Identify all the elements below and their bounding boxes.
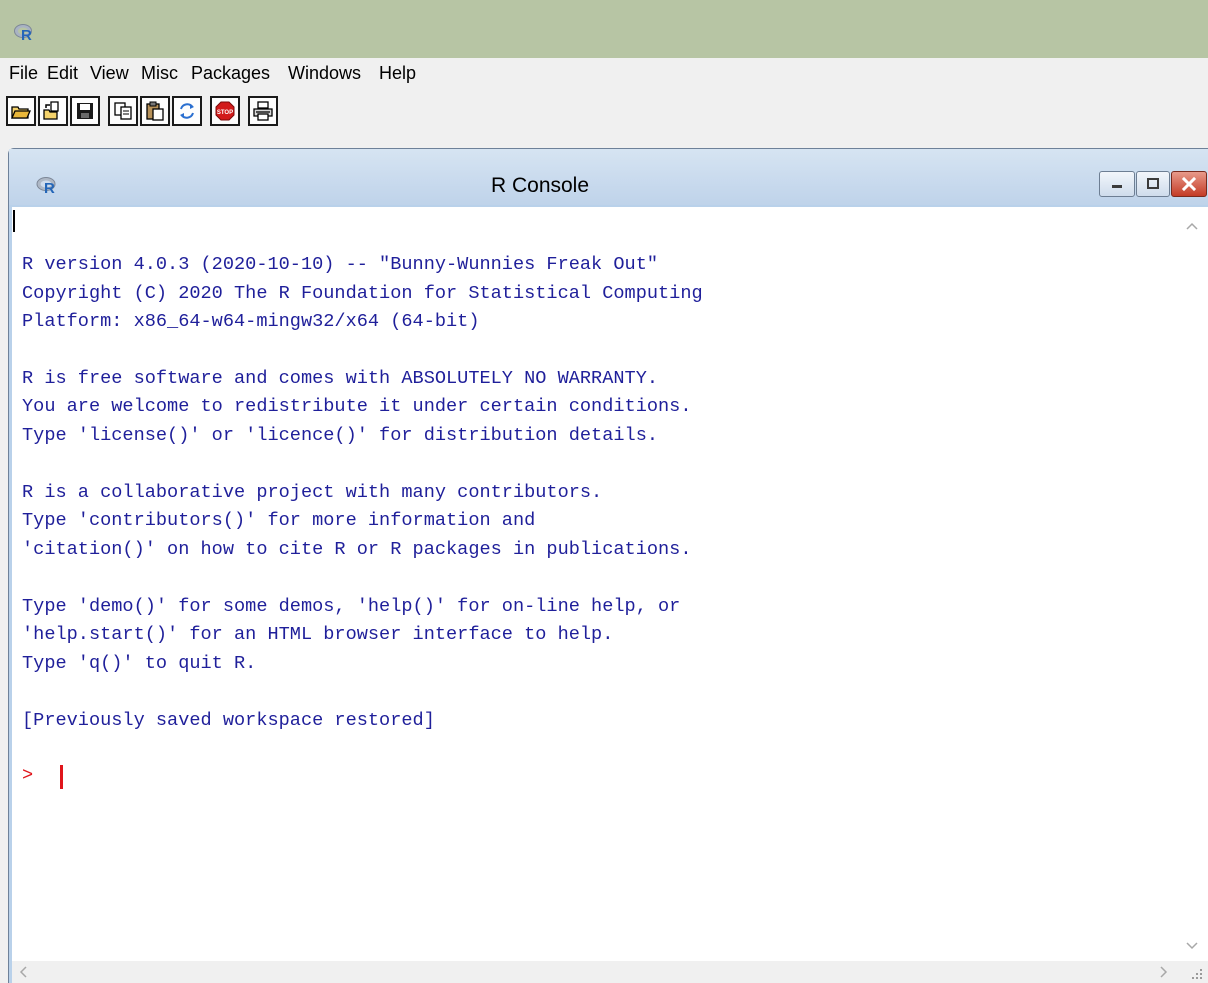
menu-view[interactable]: View	[87, 62, 132, 84]
load-workspace-icon	[43, 101, 59, 120]
save-workspace-button[interactable]	[70, 96, 100, 126]
close-icon	[1181, 176, 1197, 192]
menu-bar: File Edit View Misc Packages Windows Hel…	[0, 58, 1208, 88]
load-workspace-button[interactable]	[38, 96, 68, 126]
print-button[interactable]	[248, 96, 278, 126]
svg-text:R: R	[21, 27, 32, 42]
scroll-right-icon[interactable]	[1159, 966, 1169, 978]
stop-label: STOP	[217, 110, 233, 116]
menu-file[interactable]: File	[6, 62, 41, 84]
save-disk-icon	[77, 103, 93, 119]
scroll-up-icon[interactable]	[1186, 221, 1198, 231]
console-line: Platform: x86_64-w64-mingw32/x64 (64-bit…	[22, 311, 480, 332]
console-line: Type 'contributors()' for more informati…	[22, 510, 536, 531]
app-titlebar: R	[0, 0, 1208, 58]
console-line: You are welcome to redistribute it under…	[22, 396, 692, 417]
minimize-button[interactable]	[1099, 171, 1135, 197]
console-title: R Console	[490, 174, 590, 197]
menu-help[interactable]: Help	[376, 62, 419, 84]
console-line: R version 4.0.3 (2020-10-10) -- "Bunny-W…	[22, 254, 659, 275]
scroll-left-icon[interactable]	[18, 966, 28, 978]
menu-misc[interactable]: Misc	[138, 62, 181, 84]
paste-button[interactable]	[140, 96, 170, 126]
console-line: Copyright (C) 2020 The R Foundation for …	[22, 283, 703, 304]
copy-icon	[114, 102, 132, 120]
console-line: 'citation()' on how to cite R or R packa…	[22, 539, 692, 560]
toolbar: STOP	[0, 88, 1208, 144]
console-line: Type 'q()' to quit R.	[22, 653, 257, 674]
menu-windows[interactable]: Windows	[285, 62, 364, 84]
paste-icon	[146, 101, 164, 121]
console-prompt[interactable]: >	[22, 763, 33, 789]
text-caret	[13, 210, 15, 232]
menu-edit[interactable]: Edit	[44, 62, 81, 84]
printer-icon	[253, 101, 273, 121]
open-folder-icon	[11, 106, 31, 119]
close-button[interactable]	[1171, 171, 1207, 197]
input-caret	[60, 765, 63, 789]
horizontal-scrollbar[interactable]	[12, 961, 1208, 983]
console-line: R is a collaborative project with many c…	[22, 482, 603, 503]
maximize-button[interactable]	[1136, 171, 1170, 197]
menu-packages[interactable]: Packages	[188, 62, 273, 84]
console-line: 'help.start()' for an HTML browser inter…	[22, 624, 614, 645]
console-line: [Previously saved workspace restored]	[22, 710, 435, 731]
stop-button[interactable]: STOP	[210, 96, 240, 126]
console-line: R is free software and comes with ABSOLU…	[22, 368, 659, 389]
refresh-icon	[180, 103, 194, 119]
console-line: Type 'license()' or 'licence()' for dist…	[22, 425, 659, 446]
copy-paste-button[interactable]	[172, 96, 202, 126]
stop-sign-icon: STOP	[215, 101, 235, 121]
r-logo-icon: R	[14, 24, 32, 42]
maximize-icon	[1147, 178, 1159, 189]
r-gui-app: R File Edit View Misc Packages Windows H…	[0, 0, 1208, 983]
open-script-button[interactable]	[6, 96, 36, 126]
minimize-icon	[1112, 185, 1122, 188]
copy-button[interactable]	[108, 96, 138, 126]
vertical-scrollbar[interactable]	[1173, 207, 1208, 961]
scroll-down-icon[interactable]	[1186, 941, 1198, 951]
resize-grip-icon[interactable]	[1188, 965, 1204, 981]
console-line: Type 'demo()' for some demos, 'help()' f…	[22, 596, 681, 617]
